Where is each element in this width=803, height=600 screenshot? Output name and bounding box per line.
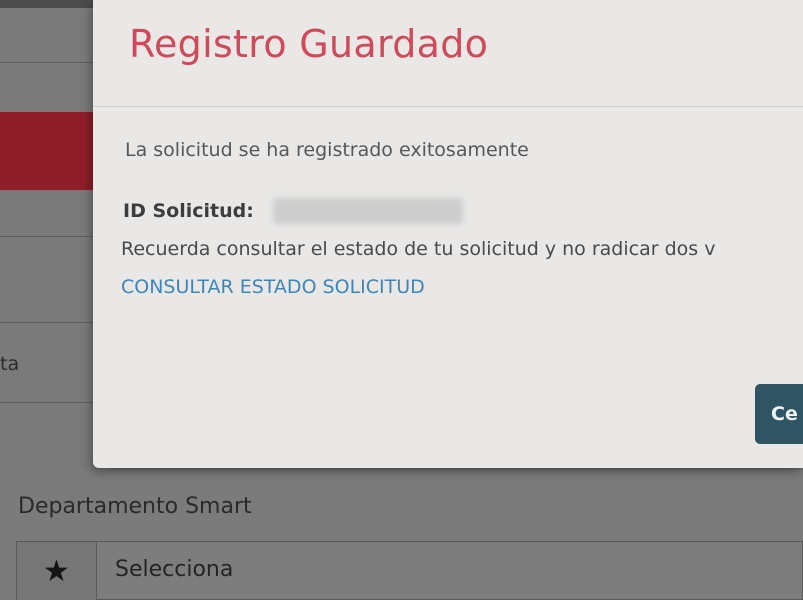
modal-title: Registro Guardado (129, 22, 489, 66)
screen: ta Departamento Smart ★ Selecciona Regis… (0, 0, 803, 600)
request-id-value-redacted (273, 198, 463, 224)
success-message: La solicitud se ha registrado exitosamen… (125, 139, 529, 161)
request-id-label: ID Solicitud: (123, 200, 254, 222)
department-select-value: Selecciona (115, 557, 234, 582)
background-partial-label: ta (0, 353, 20, 375)
department-label: Departamento Smart (18, 494, 252, 519)
modal-divider (93, 106, 803, 107)
close-button[interactable]: Ce (755, 384, 803, 444)
consult-status-link[interactable]: CONSULTAR ESTADO SOLICITUD (121, 276, 425, 298)
department-select[interactable]: ★ Selecciona (16, 541, 803, 600)
registro-guardado-modal: Registro Guardado La solicitud se ha reg… (93, 0, 803, 468)
star-icon: ★ (17, 542, 97, 600)
reminder-text: Recuerda consultar el estado de tu solic… (121, 238, 716, 260)
